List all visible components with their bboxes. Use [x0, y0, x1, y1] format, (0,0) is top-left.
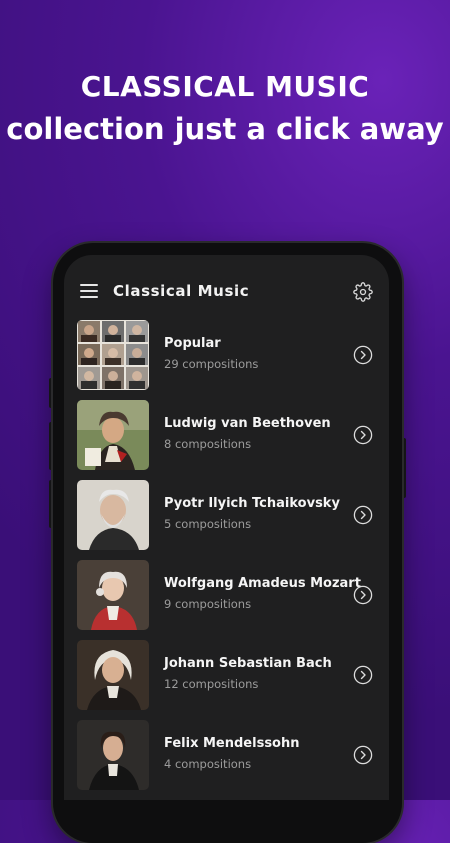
phone-power-button — [402, 438, 406, 498]
composer-item-mendelssohn[interactable]: Felix Mendelssohn 4 compositions — [64, 719, 389, 791]
composition-count: 9 compositions — [164, 597, 252, 611]
composer-name: Pyotr Ilyich Tchaikovsky — [164, 496, 340, 511]
composer-name: Felix Mendelssohn — [164, 736, 300, 751]
promo-subheadline: collection just a click away — [6, 112, 444, 146]
popular-collage-thumbnail — [77, 320, 149, 390]
chevron-right-circle-icon[interactable] — [353, 585, 373, 605]
app-screen: Classical Music Popular 29 compositions … — [64, 255, 389, 800]
chevron-right-circle-icon[interactable] — [353, 425, 373, 445]
bach-portrait — [77, 640, 149, 710]
promo-headline: CLASSICAL MUSIC — [80, 70, 370, 103]
app-title: Classical Music — [113, 282, 250, 300]
composition-count: 29 compositions — [164, 357, 259, 371]
composer-name: Popular — [164, 336, 221, 351]
chevron-right-circle-icon[interactable] — [353, 345, 373, 365]
tchaikovsky-portrait — [77, 480, 149, 550]
chevron-right-circle-icon[interactable] — [353, 745, 373, 765]
mozart-portrait — [77, 560, 149, 630]
gear-icon[interactable] — [353, 282, 373, 302]
composition-count: 4 compositions — [164, 757, 252, 771]
composer-item-tchaikovsky[interactable]: Pyotr Ilyich Tchaikovsky 5 compositions — [64, 479, 389, 551]
composer-item-popular[interactable]: Popular 29 compositions — [64, 319, 389, 391]
chevron-right-circle-icon[interactable] — [353, 665, 373, 685]
composer-item-mozart[interactable]: Wolfgang Amadeus Mozart 9 compositions — [64, 559, 389, 631]
composer-item-beethoven[interactable]: Ludwig van Beethoven 8 compositions — [64, 399, 389, 471]
beethoven-portrait — [77, 400, 149, 470]
composer-name: Wolfgang Amadeus Mozart — [164, 576, 361, 591]
composer-item-bach[interactable]: Johann Sebastian Bach 12 compositions — [64, 639, 389, 711]
composition-count: 5 compositions — [164, 517, 252, 531]
hamburger-menu-icon[interactable] — [80, 284, 98, 298]
composition-count: 12 compositions — [164, 677, 259, 691]
app-top-bar: Classical Music — [64, 255, 389, 327]
composer-name: Johann Sebastian Bach — [164, 656, 332, 671]
chevron-right-circle-icon[interactable] — [353, 505, 373, 525]
composition-count: 8 compositions — [164, 437, 252, 451]
mendelssohn-portrait — [77, 720, 149, 790]
composer-name: Ludwig van Beethoven — [164, 416, 331, 431]
